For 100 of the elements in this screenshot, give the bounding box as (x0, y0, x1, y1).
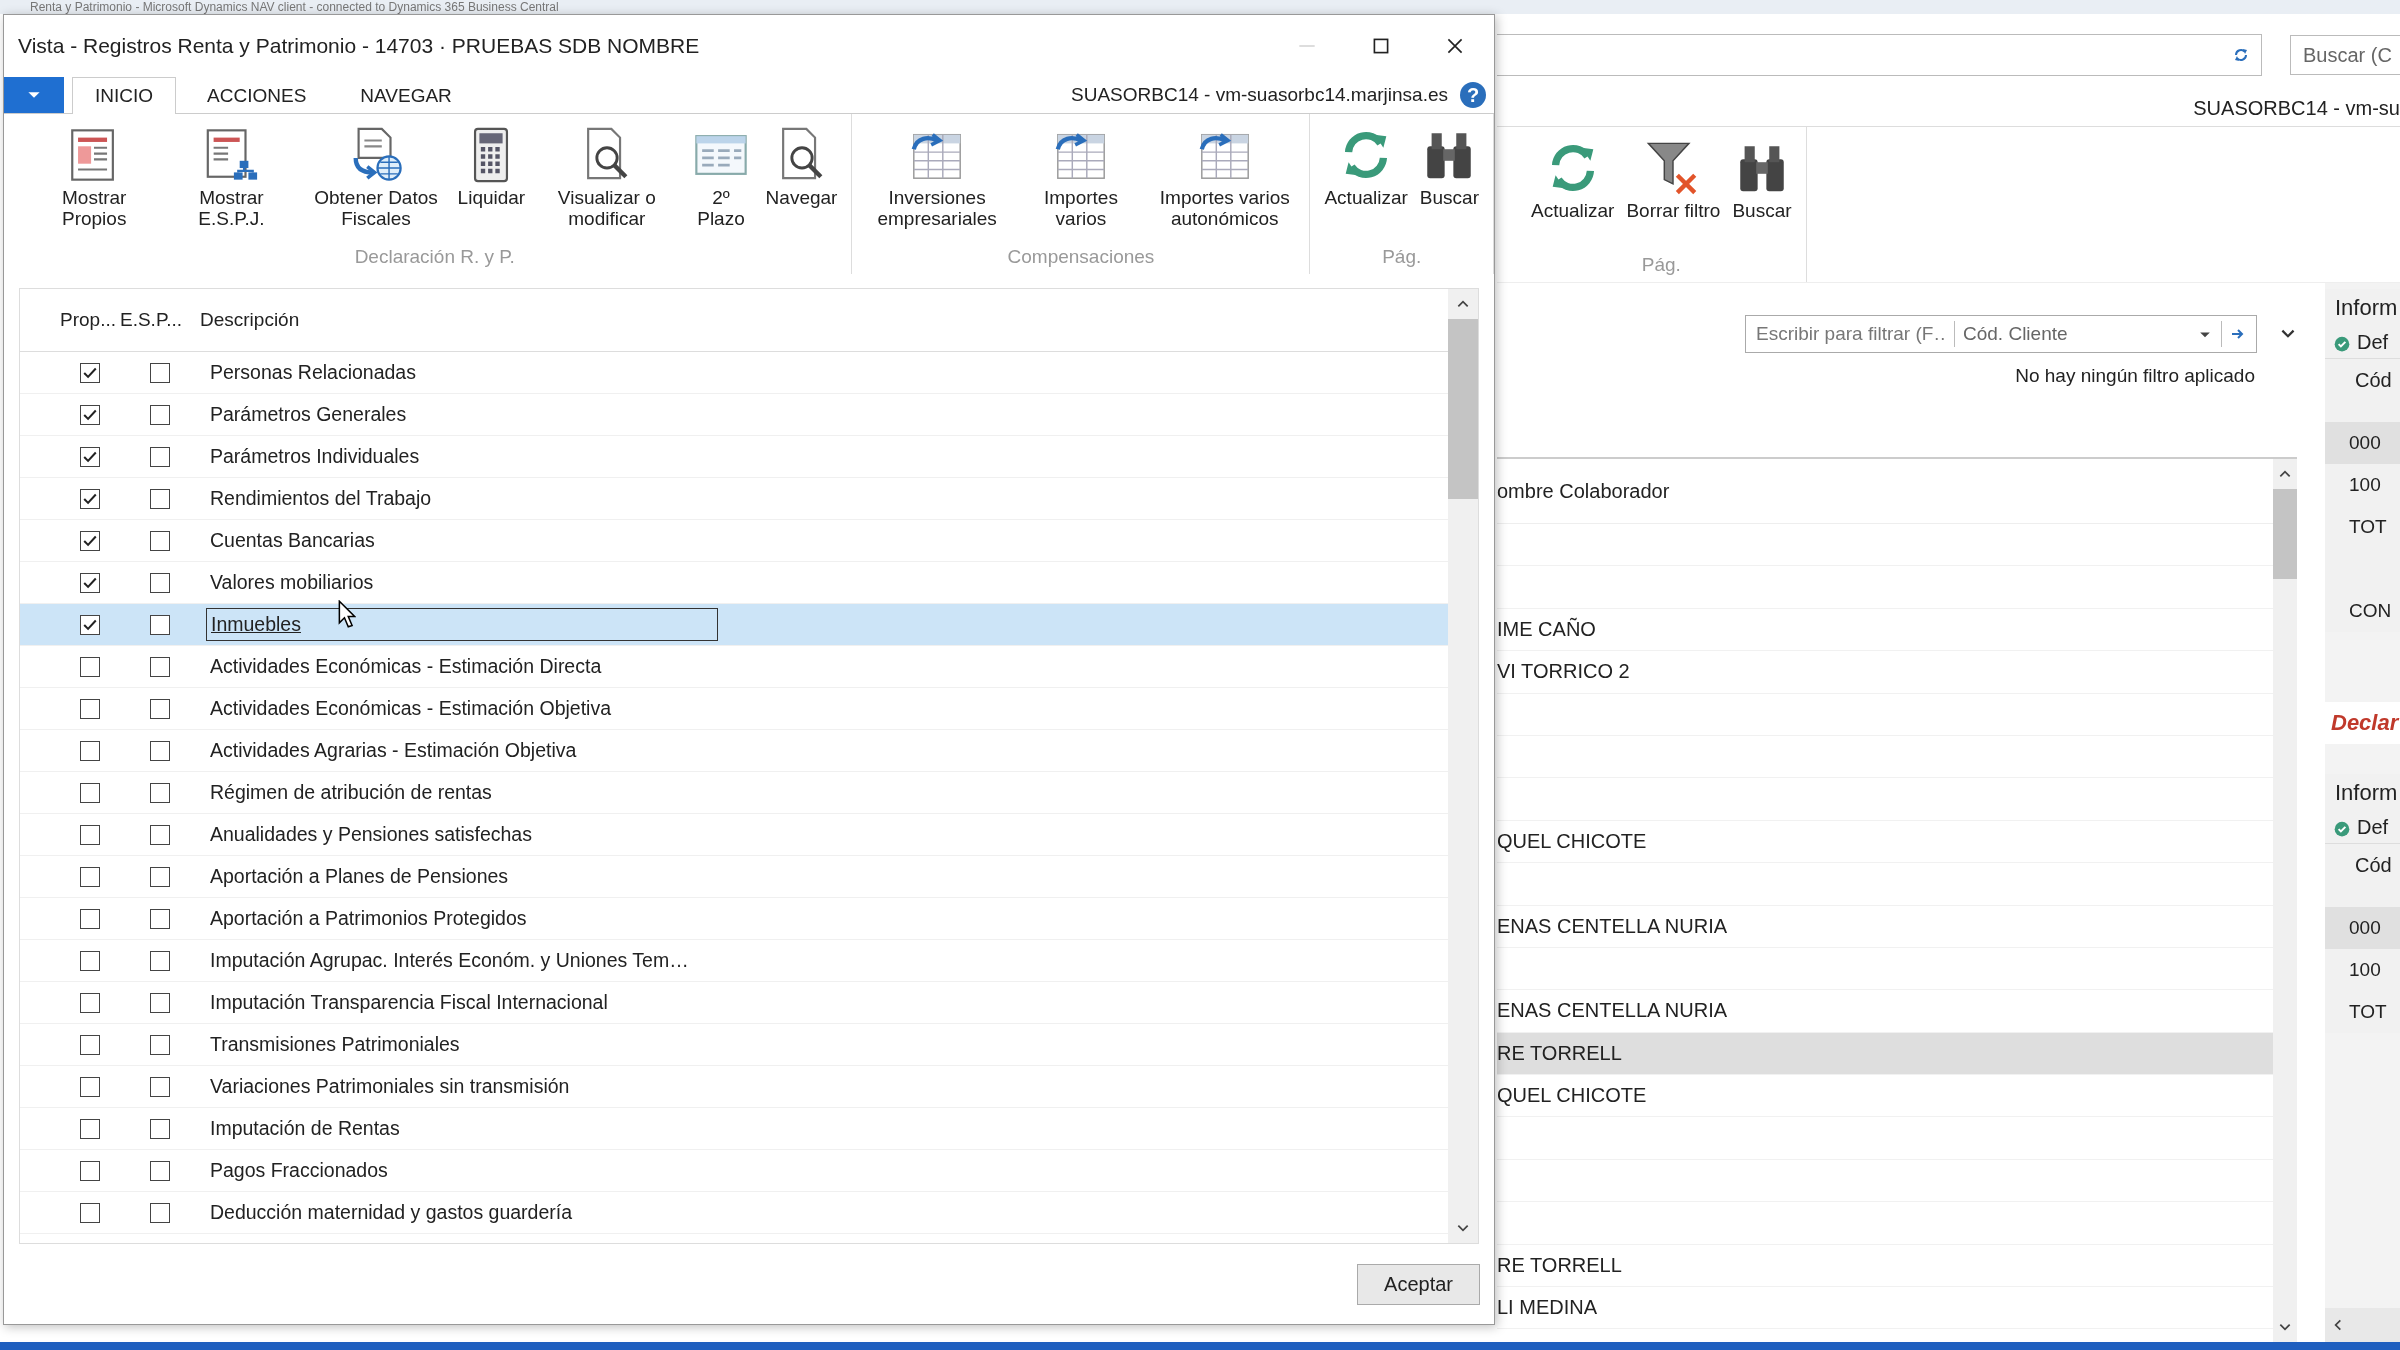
column-header[interactable]: E.S.P... (120, 309, 182, 331)
list-row[interactable]: Parámetros Individuales (20, 436, 1448, 478)
checkbox[interactable] (150, 656, 170, 677)
list-row[interactable]: Deducción maternidad y gastos guardería (20, 1192, 1448, 1234)
scrollbar[interactable] (1448, 289, 1478, 1243)
list-row[interactable]: Parámetros Generales (20, 394, 1448, 436)
table-row[interactable]: LI MEDINA (1497, 1287, 2273, 1330)
checkbox[interactable] (150, 740, 170, 761)
table-row[interactable]: 100 (2325, 464, 2400, 506)
checkbox[interactable] (80, 1034, 100, 1055)
checkbox[interactable] (150, 1160, 170, 1181)
checkbox[interactable] (80, 1118, 100, 1139)
list-row[interactable]: Transmisiones Patrimoniales (20, 1024, 1448, 1066)
ribbon-button[interactable]: Actualizar (1527, 137, 1619, 224)
table-row[interactable]: ENAS CENTELLA NURIA (1497, 990, 2273, 1033)
checkbox[interactable] (80, 1160, 100, 1181)
ribbon-button[interactable]: Visualizar o modificar (533, 124, 681, 232)
checkbox[interactable] (150, 614, 170, 635)
list-row[interactable]: Inmuebles (20, 604, 1448, 646)
checkbox[interactable] (80, 1202, 100, 1223)
checkbox[interactable] (80, 1076, 100, 1097)
panel-link[interactable]: Def (2357, 331, 2389, 354)
ribbon-button[interactable]: Borrar filtro (1622, 137, 1725, 224)
checkbox[interactable] (150, 908, 170, 929)
checkbox[interactable] (80, 740, 100, 761)
checkbox[interactable] (150, 404, 170, 425)
table-row[interactable]: IME CAÑO (1497, 608, 2273, 652)
list-row[interactable]: Rendimientos del Trabajo (20, 478, 1448, 520)
ribbon-button[interactable]: Importes varios (1015, 124, 1147, 232)
checkbox[interactable] (150, 950, 170, 971)
ribbon-button[interactable]: Buscar (1415, 124, 1483, 211)
checkbox[interactable] (150, 1118, 170, 1139)
list-row[interactable]: Personas Relacionadas (20, 352, 1448, 394)
panel-link[interactable]: Def (2357, 816, 2389, 839)
checkbox[interactable] (150, 992, 170, 1013)
list-row[interactable]: Pagos Fraccionados (20, 1150, 1448, 1192)
checkbox[interactable] (80, 824, 100, 845)
column-header[interactable]: Descripción (200, 309, 300, 331)
checkbox[interactable] (80, 530, 100, 551)
table-row[interactable]: CON (2325, 590, 2400, 632)
table-row[interactable]: RE TORRELL (1497, 1244, 2273, 1288)
ribbon-button[interactable]: Actualizar (1320, 124, 1412, 211)
refresh-icon[interactable] (2233, 47, 2249, 63)
list-row[interactable]: Aportación a Planes de Pensiones (20, 856, 1448, 898)
list-row[interactable]: Actividades Económicas - Estimación Objetiva (20, 688, 1448, 730)
list-row[interactable]: Anualidades y Pensiones satisfechas (20, 814, 1448, 856)
checkbox[interactable] (80, 866, 100, 887)
help-icon[interactable]: ? (1460, 82, 1486, 108)
table-row[interactable]: 100 (2325, 949, 2400, 991)
checkbox[interactable] (150, 866, 170, 887)
ribbon-button[interactable]: Liquidar (453, 124, 530, 211)
checkbox[interactable] (150, 572, 170, 593)
checkbox[interactable] (150, 698, 170, 719)
accept-button[interactable]: Aceptar (1357, 1263, 1480, 1305)
ribbon-tab[interactable]: NAVEGAR (337, 77, 475, 113)
checkbox[interactable] (80, 614, 100, 635)
checkbox[interactable] (80, 992, 100, 1013)
checkbox[interactable] (150, 446, 170, 467)
checkbox[interactable] (80, 656, 100, 677)
column-header[interactable]: Prop... (60, 309, 116, 331)
table-row[interactable]: ENAS CENTELLA NURIA (1497, 905, 2273, 948)
table-row[interactable]: QUEL CHICOTE (1497, 820, 2273, 864)
list-row[interactable]: Régimen de atribución de rentas (20, 772, 1448, 814)
checkbox[interactable] (80, 488, 100, 509)
scrollbar[interactable] (2273, 459, 2297, 1342)
search-field[interactable]: Buscar (C (2290, 35, 2400, 75)
scroll-thumb[interactable] (2273, 489, 2297, 579)
checkbox[interactable] (150, 824, 170, 845)
scroll-thumb[interactable] (1448, 319, 1478, 499)
ribbon-button[interactable]: Mostrar Propios (28, 124, 161, 232)
table-row[interactable]: TOT (2325, 991, 2400, 1033)
checkbox[interactable] (80, 698, 100, 719)
list-row[interactable]: Variaciones Patrimoniales sin transmisión (20, 1066, 1448, 1108)
checkbox[interactable] (150, 1202, 170, 1223)
ribbon-button[interactable]: 2º Plazo (684, 124, 758, 232)
ribbon-button[interactable]: Navegar (761, 124, 842, 211)
ribbon-tab[interactable]: ACCIONES (184, 77, 330, 113)
table-row[interactable]: RE TORRELL (1497, 1032, 2273, 1076)
table-row[interactable]: VI TORRICO 2 (1497, 651, 2273, 694)
checkbox[interactable] (80, 782, 100, 803)
list-row[interactable]: Imputación de Rentas (20, 1108, 1448, 1150)
list-row[interactable]: Actividades Agrarias - Estimación Objetiva (20, 730, 1448, 772)
list-row[interactable]: Cuentas Bancarias (20, 520, 1448, 562)
ribbon-tab[interactable]: INICIO (72, 77, 177, 114)
checkbox[interactable] (150, 530, 170, 551)
table-row[interactable]: TOT (2325, 506, 2400, 548)
checkbox[interactable] (80, 950, 100, 971)
ribbon-button[interactable]: Inversiones empresariales (862, 124, 1012, 232)
list-row[interactable]: Aportación a Patrimonios Protegidos (20, 898, 1448, 940)
ribbon-button[interactable]: Mostrar E.S.P.J. (164, 124, 299, 232)
list-row[interactable]: Imputación Transparencia Fiscal Internacional (20, 982, 1448, 1024)
checkbox[interactable] (80, 572, 100, 593)
ribbon-button[interactable]: Importes varios autonómicos (1150, 124, 1300, 232)
checkbox[interactable] (150, 1076, 170, 1097)
field-selector[interactable]: Cód. Cliente (1963, 323, 2190, 345)
list-row[interactable]: Imputación Agrupac. Interés Económ. y Uniones Tem… (20, 940, 1448, 982)
ribbon-button[interactable]: Obtener Datos Fiscales (302, 124, 450, 232)
checkbox[interactable] (80, 362, 100, 383)
ribbon-button[interactable]: Buscar (1728, 137, 1796, 224)
checkbox[interactable] (80, 446, 100, 467)
